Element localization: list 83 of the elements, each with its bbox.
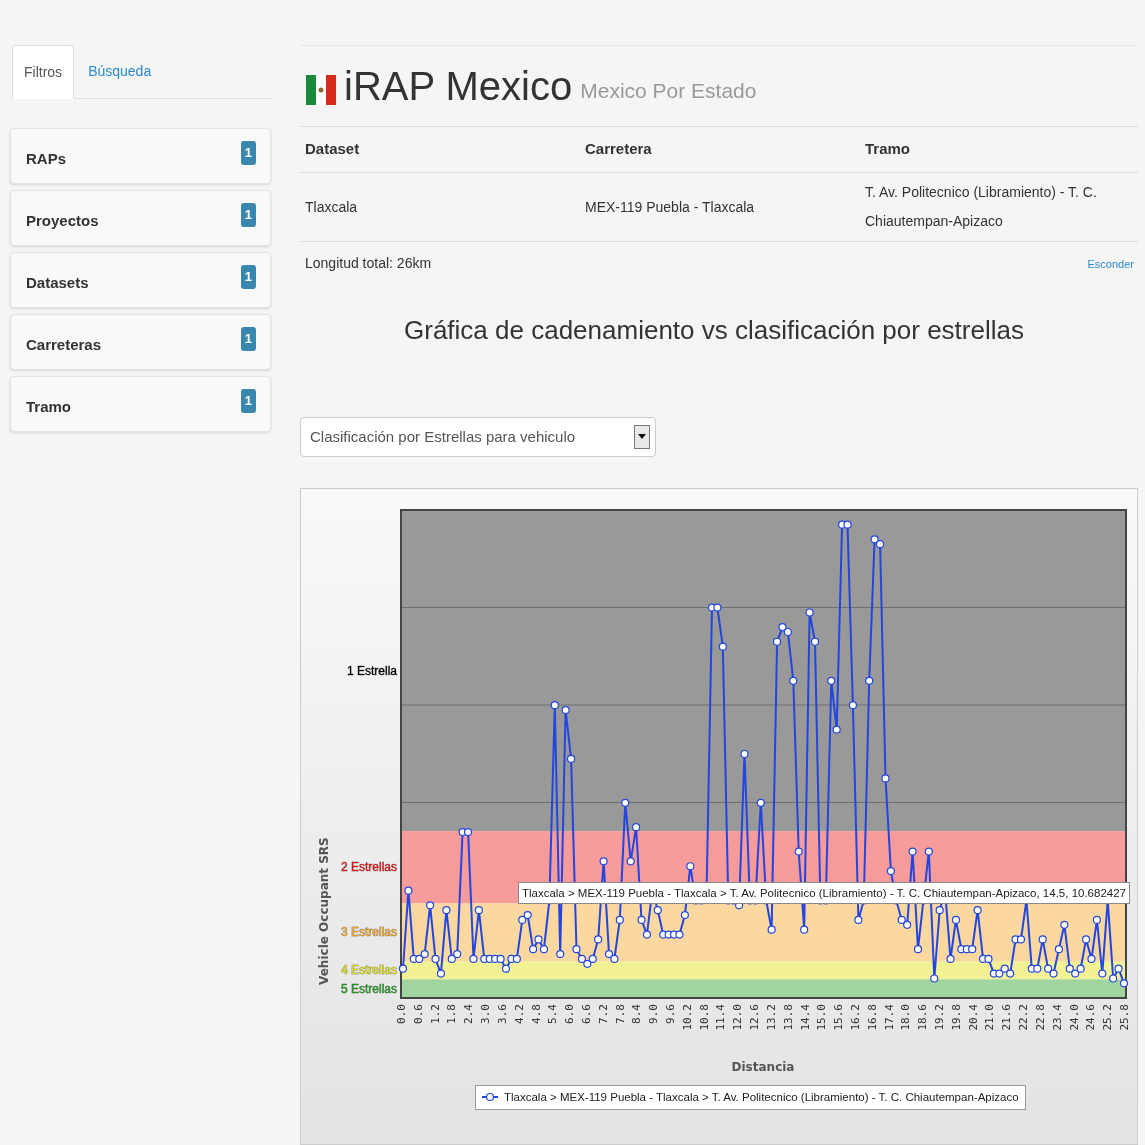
filter-label: RAPs — [26, 148, 66, 169]
axis-tick-label: 11.4 — [714, 1003, 728, 1031]
axis-tick-label: 24.6 — [1084, 1003, 1098, 1031]
axis-tick-label: 19.8 — [949, 1003, 963, 1031]
axis-tick-label: 18.0 — [899, 1003, 913, 1031]
filter-label: Proyectos — [26, 210, 99, 231]
count-badge: 1 — [240, 265, 256, 289]
filter-panel[interactable]: Datasets 1 — [10, 252, 271, 308]
axis-tick-label: 24.0 — [1067, 1003, 1081, 1031]
axis-tick-label: 25.8 — [1118, 1003, 1131, 1031]
filter-label: Carreteras — [26, 334, 102, 355]
page-subtitle: Mexico Por Estado — [580, 77, 757, 104]
axis-tick-label: 18.6 — [916, 1003, 930, 1031]
axis-tick-label: 4.8 — [529, 1003, 543, 1024]
axis-tick-label: 15.6 — [832, 1003, 846, 1031]
count-badge: 1 — [240, 389, 256, 413]
axis-tick-label: 10.8 — [697, 1003, 711, 1031]
page-title: iRAP Mexico — [344, 64, 573, 108]
filter-label: Datasets — [26, 272, 89, 293]
flag-icon — [306, 75, 336, 105]
table-cell-text: MEX-119 Puebla - Tlaxcala — [584, 197, 756, 217]
hide-link[interactable]: Esconder — [1087, 255, 1134, 273]
axis-tick-label: 21.6 — [1000, 1003, 1014, 1031]
count-badge: 1 — [240, 141, 256, 165]
axis-tick-label: 19.2 — [933, 1003, 947, 1031]
filter-panel[interactable]: RAPs 1 — [10, 128, 271, 184]
filter-panel[interactable]: Proyectos 1 — [10, 190, 271, 246]
axis-tick-label: 7.2 — [596, 1003, 610, 1024]
axis-tick-label: 23.4 — [1050, 1003, 1064, 1031]
axis-title: Distancia — [731, 1059, 795, 1074]
table-cell-text: Tlaxcala — [304, 197, 359, 217]
count-badge: 1 — [240, 203, 256, 227]
axis-tick-label: 1.8 — [445, 1003, 459, 1024]
band-label: 2 Estrellas — [340, 860, 397, 875]
axis-tick-label: 13.2 — [764, 1003, 778, 1031]
table-cell-text: T. Av. Politecnico (Libramiento) - T. C. Chiautempan-Apizaco — [864, 183, 1098, 232]
legend-label: Tlaxcala > MEX-119 Puebla - Tlaxcala > T. Av. Politecnico (Libramiento) - T. C. Chiautempan-Apizaco — [504, 1089, 1019, 1105]
axis-tick-label: 3.0 — [479, 1003, 493, 1024]
axis-tick-label: 6.0 — [563, 1003, 577, 1024]
column-header: Dataset — [304, 139, 361, 160]
sidebar-tab[interactable]: Filtros — [12, 45, 75, 99]
filter-panel[interactable]: Carreteras 1 — [10, 314, 271, 370]
axis-tick-label: 13.8 — [781, 1003, 795, 1031]
band-label: 3 Estrellas — [340, 925, 397, 940]
chart-title: Gráfica de cadenamiento vs clasificación por estrellas — [404, 313, 1024, 347]
axis-tick-label: 25.2 — [1101, 1003, 1115, 1031]
axis-tick-label: 0.6 — [411, 1003, 425, 1024]
axis-tick-label: 22.2 — [1017, 1003, 1031, 1031]
axis-tick-label: 6.6 — [579, 1003, 593, 1024]
total-length: Longitud total: 26km — [305, 254, 432, 274]
axis-tick-label: 16.8 — [865, 1003, 879, 1031]
axis-tick-label: 8.4 — [630, 1003, 644, 1024]
axis-tick-label: 9.6 — [664, 1003, 677, 1024]
axis-tick-label: 10.2 — [680, 1003, 694, 1031]
axis-tick-label: 17.4 — [882, 1003, 896, 1031]
axis-tick-label: 21.0 — [983, 1003, 997, 1031]
count-badge: 1 — [240, 327, 256, 351]
axis-tick-label: 9.0 — [647, 1003, 661, 1024]
axis-tick-label: 7.8 — [613, 1003, 627, 1024]
axis-tick-label: 3.6 — [495, 1003, 509, 1024]
band-label: 1 Estrella — [346, 663, 397, 678]
axis-tick-label: 16.2 — [849, 1003, 862, 1031]
axis-tick-label: 20.4 — [966, 1003, 980, 1031]
band-label: 4 Estrellas — [340, 963, 397, 978]
axis-tick-label: 12.0 — [731, 1003, 745, 1031]
column-header: Tramo — [864, 139, 911, 160]
band-label: 5 Estrellas — [340, 981, 397, 996]
chart-tooltip: Tlaxcala > MEX-119 Puebla - Tlaxcala > T. Av. Politecnico (Libramiento) - T. C. Chiautempan-Apizaco, 14.5, 10.682427 — [517, 881, 1130, 904]
axis-tick-label: 12.6 — [748, 1003, 762, 1031]
filter-panel[interactable]: Tramo 1 — [10, 376, 271, 432]
axis-tick-label: 4.2 — [512, 1003, 526, 1024]
axis-tick-label: 14.4 — [798, 1003, 812, 1031]
axis-tick-label: 5.4 — [546, 1003, 560, 1024]
axis-tick-label: 22.8 — [1033, 1003, 1047, 1031]
vehicle-select[interactable]: Clasificación por Estrellas para vehiculo — [300, 416, 656, 457]
legend-series-icon — [482, 1092, 498, 1103]
axis-tick-label: 1.2 — [428, 1003, 442, 1024]
column-header: Carretera — [584, 139, 653, 160]
axis-tick-label: 15.0 — [815, 1003, 829, 1031]
axis-tick-label: 2.4 — [462, 1003, 476, 1024]
axis-tick-label: 0.0 — [395, 1003, 408, 1024]
axis-title: Vehicle Occupant SRS — [317, 837, 331, 985]
filter-label: Tramo — [26, 396, 71, 417]
